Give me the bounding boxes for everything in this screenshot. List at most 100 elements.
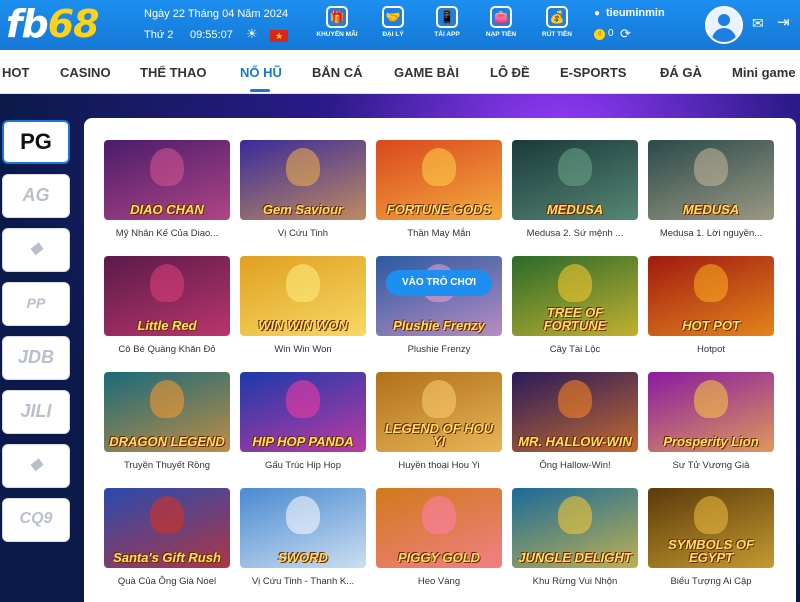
game-card[interactable]: Little Red Cô Bé Quàng Khăn Đỏ: [104, 256, 230, 362]
top-header: fb68 Ngày 22 Tháng 04 Năm 2024 Thứ 2 09:…: [0, 0, 800, 50]
nav-tab[interactable]: HOT: [2, 65, 29, 80]
vietnam-flag-icon[interactable]: ★: [270, 30, 288, 42]
game-card[interactable]: MEDUSA Medusa 1. Lời nguyền...: [648, 140, 774, 246]
character-art-icon: [694, 148, 728, 186]
game-thumbnail[interactable]: LEGEND OF HOU YI: [376, 372, 502, 452]
game-thumbnail[interactable]: Prosperity Lion: [648, 372, 774, 452]
provider-tab[interactable]: PP: [2, 282, 70, 326]
game-name: Gấu Trúc Hip Hop: [264, 460, 342, 471]
money-bag-button[interactable]: 💰 RÚT TIỀN: [532, 6, 582, 38]
provider-tab[interactable]: CQ9: [2, 498, 70, 542]
provider-label: JILI: [20, 401, 52, 421]
wallet-icon: 👛: [490, 6, 512, 28]
provider-label: CQ9: [19, 510, 53, 527]
game-name: Khu Rừng Vui Nhộn: [532, 576, 618, 587]
game-card[interactable]: Gem Saviour Vị Cứu Tinh: [240, 140, 366, 246]
game-card[interactable]: LEGEND OF HOU YI Huyền thoại Hou Yi: [376, 372, 502, 478]
logout-icon[interactable]: ⇥: [777, 13, 790, 31]
provider-tab[interactable]: AG: [2, 174, 70, 218]
provider-tab[interactable]: JDB: [2, 336, 70, 380]
nav-tab[interactable]: NỔ HŨ: [240, 65, 282, 80]
game-card[interactable]: Santa's Gift Rush Quà Của Ông Già Noel: [104, 488, 230, 594]
game-art-title: PIGGY GOLD: [397, 550, 481, 565]
game-art-title: LEGEND OF HOU YI: [384, 421, 494, 449]
gift-button[interactable]: 🎁 KHUYẾN MÃI: [312, 6, 362, 38]
nav-tab[interactable]: BẮN CÁ: [312, 65, 363, 80]
phone-button[interactable]: 📱 TẢI APP: [422, 6, 472, 38]
game-thumbnail[interactable]: HOT POT: [648, 256, 774, 336]
nav-tab[interactable]: E-SPORTS: [560, 65, 626, 80]
game-thumbnail[interactable]: PIGGY GOLD: [376, 488, 502, 568]
game-art-title: TREE OF FORTUNE: [543, 305, 607, 333]
game-art-title: MEDUSA: [546, 202, 604, 217]
character-art-icon: [286, 496, 320, 534]
game-thumbnail[interactable]: TREE OF FORTUNE: [512, 256, 638, 336]
provider-tab[interactable]: ◆: [2, 444, 70, 488]
character-art-icon: [558, 380, 592, 418]
refresh-icon[interactable]: ⟳: [620, 26, 631, 42]
game-thumbnail[interactable]: MEDUSA: [648, 140, 774, 220]
game-thumbnail[interactable]: Little Red: [104, 256, 230, 336]
game-thumbnail[interactable]: MEDUSA: [512, 140, 638, 220]
game-thumbnail[interactable]: DIAO CHAN: [104, 140, 230, 220]
game-card[interactable]: Prosperity Lion Sư Tử Vương Giả: [648, 372, 774, 478]
game-card[interactable]: TREE OF FORTUNE Cây Tài Lộc: [512, 256, 638, 362]
nav-tab[interactable]: GAME BÀI: [394, 65, 459, 80]
avatar[interactable]: [705, 6, 743, 44]
character-art-icon: [286, 380, 320, 418]
game-art-title: MEDUSA: [682, 202, 740, 217]
nav-tab[interactable]: THỂ THAO: [140, 65, 206, 80]
game-thumbnail[interactable]: DRAGON LEGEND: [104, 372, 230, 452]
mail-icon[interactable]: ✉: [752, 15, 764, 32]
character-art-icon: [422, 496, 456, 534]
game-art-title: JUNGLE DELIGHT: [518, 550, 632, 565]
nav-tab[interactable]: CASINO: [60, 65, 111, 80]
game-card[interactable]: FORTUNE GODS Thần May Mắn: [376, 140, 502, 246]
character-art-icon: [150, 264, 184, 302]
game-art-title: HIP HOP PANDA: [252, 434, 354, 449]
game-thumbnail[interactable]: MR. HALLOW-WIN: [512, 372, 638, 452]
game-card[interactable]: WIN WIN WON Win Win Won: [240, 256, 366, 362]
game-card[interactable]: SWORD Vị Cứu Tinh - Thanh K...: [240, 488, 366, 594]
game-thumbnail[interactable]: WIN WIN WON: [240, 256, 366, 336]
wallet-button[interactable]: 👛 NẠP TIỀN: [476, 6, 526, 38]
game-thumbnail[interactable]: JUNGLE DELIGHT: [512, 488, 638, 568]
game-card[interactable]: DIAO CHAN Mỹ Nhân Kế Của Diao...: [104, 140, 230, 246]
site-logo[interactable]: fb68: [6, 2, 100, 46]
game-name: Quà Của Ông Già Noel: [117, 576, 217, 587]
game-art-title: Plushie Frenzy: [393, 318, 485, 333]
game-thumbnail[interactable]: Santa's Gift Rush: [104, 488, 230, 568]
game-card[interactable]: MEDUSA Medusa 2. Sứ mệnh ...: [512, 140, 638, 246]
handshake-button[interactable]: 🤝 ĐẠI LÝ: [368, 6, 418, 38]
provider-tab[interactable]: ◆: [2, 228, 70, 272]
game-thumbnail[interactable]: SWORD: [240, 488, 366, 568]
provider-label: PP: [26, 295, 46, 311]
play-game-button[interactable]: VÀO TRÒ CHƠI: [386, 270, 492, 296]
game-art-title: SYMBOLS OF EGYPT: [668, 537, 754, 565]
game-art-title: Little Red: [137, 318, 197, 333]
phone-icon: 📱: [436, 6, 458, 28]
provider-tab[interactable]: PG: [2, 120, 70, 164]
game-card[interactable]: HIP HOP PANDA Gấu Trúc Hip Hop: [240, 372, 366, 478]
provider-tab[interactable]: JILI: [2, 390, 70, 434]
game-thumbnail[interactable]: FORTUNE GODS: [376, 140, 502, 220]
game-card[interactable]: DRAGON LEGEND Truyền Thuyết Rồng: [104, 372, 230, 478]
game-thumbnail[interactable]: HIP HOP PANDA: [240, 372, 366, 452]
character-art-icon: [694, 264, 728, 302]
game-name: Biểu Tượng Ai Cập: [670, 576, 752, 587]
game-art-title: SWORD: [278, 550, 328, 565]
header-button-label: ĐẠI LÝ: [382, 31, 404, 38]
game-thumbnail[interactable]: SYMBOLS OF EGYPT: [648, 488, 774, 568]
game-thumbnail[interactable]: Gem Saviour: [240, 140, 366, 220]
game-card[interactable]: MR. HALLOW-WIN Ông Hallow-Win!: [512, 372, 638, 478]
game-thumbnail[interactable]: Plushie Frenzy VÀO TRÒ CHƠI: [376, 256, 502, 336]
game-card[interactable]: HOT POT Hotpot: [648, 256, 774, 362]
nav-tab[interactable]: LÔ ĐỀ: [490, 65, 530, 80]
game-card[interactable]: PIGGY GOLD Heo Vàng: [376, 488, 502, 594]
nav-tab[interactable]: Mini game: [732, 65, 796, 80]
coin-icon: ₫: [594, 29, 605, 40]
nav-tab[interactable]: ĐÁ GÀ: [660, 65, 702, 80]
game-card[interactable]: SYMBOLS OF EGYPT Biểu Tượng Ai Cập: [648, 488, 774, 594]
game-card[interactable]: Plushie Frenzy VÀO TRÒ CHƠI Plushie Frenzy: [376, 256, 502, 362]
game-card[interactable]: JUNGLE DELIGHT Khu Rừng Vui Nhộn: [512, 488, 638, 594]
